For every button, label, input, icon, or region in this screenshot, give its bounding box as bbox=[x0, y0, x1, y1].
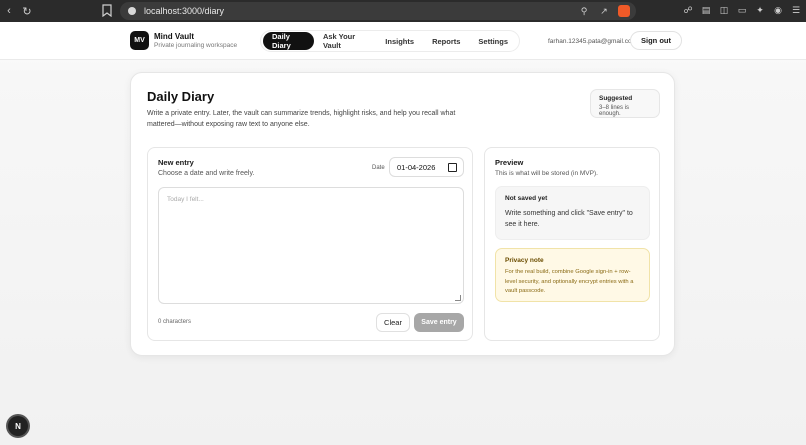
status-box: Not saved yet Write something and click … bbox=[495, 186, 650, 240]
nav-reports[interactable]: Reports bbox=[423, 32, 469, 50]
wallet-icon[interactable]: ▭ bbox=[736, 3, 748, 17]
page-description: Write a private entry. Later, the vault … bbox=[147, 110, 456, 128]
extensions-icon[interactable]: ☍ bbox=[682, 3, 694, 17]
save-entry-button[interactable]: Save entry bbox=[414, 313, 464, 332]
new-entry-panel: New entry Choose a date and write freely… bbox=[147, 147, 473, 341]
resize-handle-icon[interactable] bbox=[455, 295, 461, 301]
bookmark-icon[interactable] bbox=[102, 4, 112, 17]
date-value: 01-04-2026 bbox=[397, 162, 436, 172]
date-input[interactable]: 01-04-2026 bbox=[389, 157, 464, 177]
menu-icon[interactable]: ☰ bbox=[790, 3, 802, 17]
suggested-box: Suggested 3–8 lines is enough. bbox=[590, 89, 660, 118]
entry-subheading: Choose a date and write freely. bbox=[158, 170, 255, 177]
preview-panel: Preview This is what will be stored (in … bbox=[484, 147, 660, 341]
status-text: Write something and click "Save entry" t… bbox=[505, 210, 633, 228]
clear-button[interactable]: Clear bbox=[376, 313, 410, 332]
privacy-note: Privacy note For the real build, combine… bbox=[495, 248, 650, 302]
user-email: farhan.12345.pata@gmail.com bbox=[548, 38, 637, 45]
address-bar[interactable]: localhost:3000/diary ⚲ ↗ bbox=[120, 2, 636, 20]
back-icon[interactable]: ‹ bbox=[0, 0, 18, 22]
nav-insights[interactable]: Insights bbox=[376, 32, 423, 50]
char-count: 0 characters bbox=[158, 319, 192, 325]
main-nav: Daily Diary Ask Your Vault Insights Repo… bbox=[260, 30, 520, 52]
reader-icon[interactable]: ▤ bbox=[700, 3, 712, 17]
entry-placeholder: Today I felt... bbox=[167, 196, 204, 203]
date-label: Date bbox=[372, 165, 385, 171]
privacy-text: For the real build, combine Google sign-… bbox=[505, 269, 634, 294]
vpn-icon[interactable]: ◉ bbox=[772, 3, 784, 17]
entry-textarea[interactable]: Today I felt... bbox=[158, 187, 464, 304]
preview-subheading: This is what will be stored (in MVP). bbox=[495, 170, 598, 177]
share-icon[interactable]: ↗ bbox=[598, 4, 610, 18]
brave-shield-icon[interactable] bbox=[618, 5, 630, 17]
status-title: Not saved yet bbox=[505, 195, 548, 202]
nav-daily-diary[interactable]: Daily Diary bbox=[263, 32, 314, 50]
privacy-title: Privacy note bbox=[505, 257, 544, 264]
reload-icon[interactable]: ↻ bbox=[18, 0, 36, 22]
app-root: MV Mind Vault Private journaling workspa… bbox=[0, 22, 806, 445]
browser-toolbar: ‹ ↻ localhost:3000/diary ⚲ ↗ ☍ ▤ ◫ ▭ ✦ ◉… bbox=[0, 0, 806, 22]
url-text: localhost:3000/diary bbox=[144, 6, 225, 16]
nextjs-dev-badge[interactable]: N bbox=[8, 416, 28, 436]
page-title: Daily Diary bbox=[147, 89, 215, 104]
nav-settings[interactable]: Settings bbox=[469, 32, 517, 50]
preview-heading: Preview bbox=[495, 158, 524, 167]
app-header: MV Mind Vault Private journaling workspa… bbox=[0, 22, 806, 60]
signout-button[interactable]: Sign out bbox=[630, 31, 682, 50]
nav-ask-your-vault[interactable]: Ask Your Vault bbox=[314, 32, 376, 50]
suggested-title: Suggested bbox=[599, 95, 633, 102]
entry-heading: New entry bbox=[158, 158, 194, 167]
zoom-icon[interactable]: ⚲ bbox=[578, 4, 590, 18]
brand-subtitle: Private journaling workspace bbox=[154, 42, 238, 49]
diary-card: Daily Diary Write a private entry. Later… bbox=[130, 72, 675, 356]
site-info-icon[interactable] bbox=[128, 7, 136, 15]
brand-logo: MV bbox=[130, 31, 149, 50]
brand-name: Mind Vault bbox=[154, 32, 194, 41]
suggested-text: 3–8 lines is enough. bbox=[599, 105, 630, 117]
calendar-icon[interactable] bbox=[448, 163, 457, 172]
sidebar-icon[interactable]: ◫ bbox=[718, 3, 730, 17]
leo-icon[interactable]: ✦ bbox=[754, 3, 766, 17]
